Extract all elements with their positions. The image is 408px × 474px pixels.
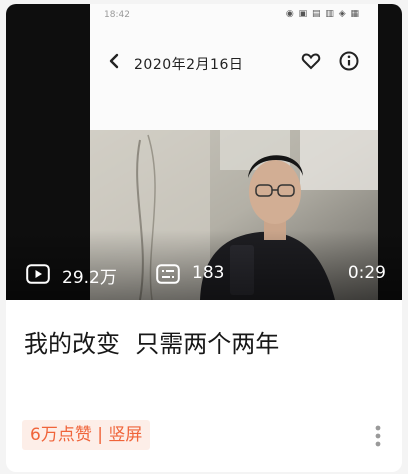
- info-icon: [339, 51, 359, 71]
- heart-icon: [301, 53, 321, 70]
- thumbnail-date-title: 2020年2月16日: [134, 57, 244, 73]
- video-duration: 0:29: [347, 263, 386, 283]
- danmaku-icon: [156, 264, 180, 284]
- thumbnail-status-time: 18:42: [104, 10, 130, 20]
- video-tag-badge: 6万点赞 | 竖屏: [22, 420, 151, 450]
- video-title[interactable]: 我的改变 只需两个两年: [24, 324, 384, 359]
- back-arrow-icon: [109, 53, 119, 69]
- more-options-icon[interactable]: [368, 422, 388, 450]
- play-count: 29.2万: [62, 268, 117, 288]
- thumbnail-nav-bar: 2020年2月16日: [90, 44, 378, 80]
- thumbnail-status-bar: 18:42 ◉ ▣ ▤ ▥ ◈ ▦: [90, 4, 378, 30]
- play-count-icon: [26, 264, 50, 284]
- video-thumbnail[interactable]: 18:42 ◉ ▣ ▤ ▥ ◈ ▦ 2020年2月16日 29.2万 183 0…: [6, 4, 402, 300]
- danmaku-count: 183: [192, 263, 225, 283]
- video-stats-bar: 29.2万 183 0:29: [6, 260, 402, 290]
- video-card[interactable]: 18:42 ◉ ▣ ▤ ▥ ◈ ▦ 2020年2月16日 29.2万 183 0…: [6, 4, 402, 472]
- thumbnail-status-icons: ◉ ▣ ▤ ▥ ◈ ▦: [285, 9, 360, 19]
